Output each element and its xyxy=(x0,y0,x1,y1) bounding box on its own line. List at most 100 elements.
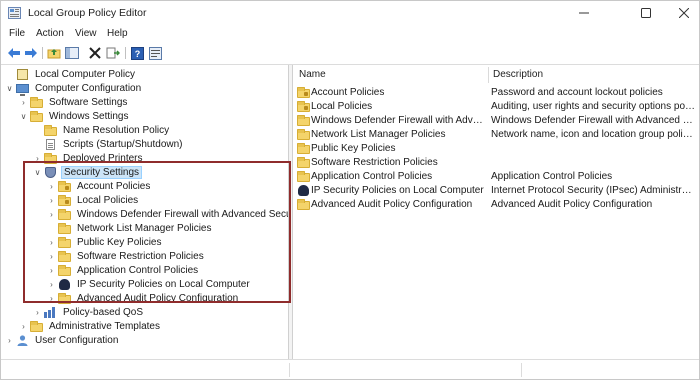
chevron-down-icon[interactable]: ∨ xyxy=(19,109,28,123)
list-item[interactable]: Application Control Policies Application… xyxy=(293,170,699,184)
list-item[interactable]: Software Restriction Policies xyxy=(293,156,699,170)
tree-item-name-resolution-policy[interactable]: Name Resolution Policy xyxy=(3,123,288,137)
chevron-right-icon[interactable]: › xyxy=(47,179,56,193)
help-button[interactable]: ? xyxy=(129,45,145,61)
tree-item-network-list-manager-policies[interactable]: Network List Manager Policies xyxy=(3,221,288,235)
qos-icon xyxy=(44,306,57,318)
tree-item-deployed-printers[interactable]: › Deployed Printers xyxy=(3,151,288,165)
minimize-button[interactable] xyxy=(561,1,607,25)
status-bar xyxy=(1,359,699,379)
folder-icon xyxy=(297,101,310,112)
menu-bar: File Action View Help xyxy=(1,25,699,43)
folder-icon xyxy=(297,199,310,210)
show-hide-tree-button[interactable] xyxy=(64,45,80,61)
minimize-icon xyxy=(579,12,589,14)
maximize-icon xyxy=(641,8,651,18)
forward-button[interactable] xyxy=(23,45,39,61)
list-item[interactable]: Local Policies Auditing, user rights and… xyxy=(293,100,699,114)
column-divider[interactable] xyxy=(488,67,489,83)
menu-file[interactable]: File xyxy=(9,28,25,39)
folder-icon xyxy=(297,129,310,140)
folder-icon xyxy=(30,320,43,332)
user-icon xyxy=(16,334,29,346)
list-item[interactable]: IP Security Policies on Local Computer I… xyxy=(293,184,699,198)
tree-item-application-control-policies[interactable]: › Application Control Policies xyxy=(3,263,288,277)
up-folder-button[interactable] xyxy=(46,45,62,61)
tree-item-windows-settings[interactable]: ∨ Windows Settings xyxy=(3,109,288,123)
folder-icon xyxy=(58,194,71,206)
chevron-right-icon[interactable]: › xyxy=(19,319,28,333)
list-item[interactable]: Windows Defender Firewall with Advanc...… xyxy=(293,114,699,128)
folder-icon xyxy=(58,250,71,262)
list-item[interactable]: Public Key Policies xyxy=(293,142,699,156)
tree-item-public-key-policies[interactable]: › Public Key Policies xyxy=(3,235,288,249)
tree-item-scripts[interactable]: Scripts (Startup/Shutdown) xyxy=(3,137,288,151)
chevron-right-icon[interactable]: › xyxy=(47,235,56,249)
folder-icon xyxy=(58,208,71,220)
column-header-description[interactable]: Description xyxy=(493,69,543,85)
export-list-button[interactable] xyxy=(105,45,121,61)
chevron-right-icon[interactable]: › xyxy=(19,95,28,109)
tree-item-user-configuration[interactable]: › User Configuration xyxy=(3,333,288,347)
chevron-right-icon[interactable]: › xyxy=(47,277,56,291)
console-tree[interactable]: Local Computer Policy ∨ Computer Configu… xyxy=(3,65,289,359)
chevron-down-icon[interactable]: ∨ xyxy=(5,81,14,95)
tree-item-software-settings[interactable]: › Software Settings xyxy=(3,95,288,109)
tree-item-local-policies[interactable]: › Local Policies xyxy=(3,193,288,207)
computer-icon xyxy=(16,83,29,96)
delete-button[interactable] xyxy=(87,45,103,61)
folder-icon xyxy=(297,87,310,98)
svg-text:?: ? xyxy=(134,49,140,59)
tree-item-windows-defender-firewall[interactable]: › Windows Defender Firewall with Advance… xyxy=(3,207,288,221)
security-settings-icon xyxy=(44,166,57,178)
chevron-right-icon[interactable]: › xyxy=(47,207,56,221)
folder-icon xyxy=(297,171,310,182)
chevron-down-icon[interactable]: ∨ xyxy=(33,165,42,179)
back-button[interactable] xyxy=(6,45,22,61)
menu-help[interactable]: Help xyxy=(107,28,128,39)
policy-icon xyxy=(16,68,29,80)
up-folder-icon xyxy=(47,49,61,59)
tree-item-account-policies[interactable]: › Account Policies xyxy=(3,179,288,193)
folder-icon xyxy=(58,292,71,304)
chevron-right-icon[interactable]: › xyxy=(5,333,14,347)
folder-icon xyxy=(297,143,310,154)
close-icon xyxy=(679,8,689,18)
forward-arrow-icon xyxy=(25,48,37,58)
tree-item-ip-security-policies[interactable]: › IP Security Policies on Local Computer xyxy=(3,277,288,291)
tree-item-software-restriction-policies[interactable]: › Software Restriction Policies xyxy=(3,249,288,263)
menu-action[interactable]: Action xyxy=(36,28,64,39)
folder-icon xyxy=(44,124,57,136)
folder-icon xyxy=(58,180,71,192)
tree-item-policy-based-qos[interactable]: › Policy-based QoS xyxy=(3,305,288,319)
folder-icon xyxy=(297,115,310,126)
column-header-name[interactable]: Name xyxy=(299,69,326,85)
menu-view[interactable]: View xyxy=(75,28,97,39)
document-icon xyxy=(44,138,57,150)
list-item[interactable]: Account Policies Password and account lo… xyxy=(293,86,699,100)
chevron-right-icon[interactable]: › xyxy=(33,151,42,165)
export-list-icon xyxy=(106,47,120,59)
chevron-right-icon[interactable]: › xyxy=(47,291,56,305)
list-item[interactable]: Network List Manager Policies Network na… xyxy=(293,128,699,142)
chevron-right-icon[interactable]: › xyxy=(47,263,56,277)
tree-item-security-settings[interactable]: ∨ Security Settings xyxy=(3,165,288,179)
tree-item-computer-configuration[interactable]: ∨ Computer Configuration xyxy=(3,81,288,96)
toolbar: ? xyxy=(1,43,699,63)
folder-icon xyxy=(297,157,310,168)
chevron-right-icon[interactable]: › xyxy=(47,193,56,207)
properties-icon xyxy=(148,46,162,60)
title-bar[interactable]: Local Group Policy Editor xyxy=(1,1,699,25)
back-arrow-icon xyxy=(8,48,20,58)
close-button[interactable] xyxy=(661,1,700,25)
tree-item-administrative-templates[interactable]: › Administrative Templates xyxy=(3,319,288,333)
chevron-right-icon[interactable]: › xyxy=(47,249,56,263)
folder-icon xyxy=(58,236,71,248)
properties-button[interactable] xyxy=(147,45,163,61)
folder-icon xyxy=(30,110,43,122)
tree-item-local-computer-policy[interactable]: Local Computer Policy xyxy=(3,67,288,81)
chevron-right-icon[interactable]: › xyxy=(33,305,42,319)
list-item[interactable]: Advanced Audit Policy Configuration Adva… xyxy=(293,198,699,212)
details-list[interactable]: Name Description Account Policies Passwo… xyxy=(292,65,699,359)
tree-item-advanced-audit-policy-configuration[interactable]: › Advanced Audit Policy Configuration xyxy=(3,291,288,305)
